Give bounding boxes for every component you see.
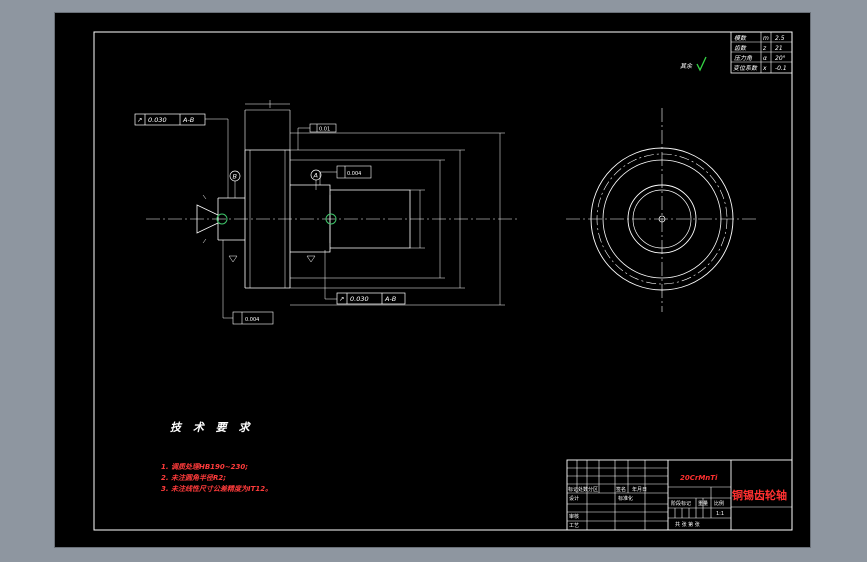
svg-text:A-B: A-B xyxy=(384,295,397,303)
tech-req-item-3: 3. 未注线性尺寸公差精度为IT12。 xyxy=(161,484,272,493)
tolerance-frame-top: ↗ 0.030 A-B xyxy=(134,113,206,126)
gear-row-3-symbol: α xyxy=(763,55,767,62)
datum-markers: B A xyxy=(216,169,337,263)
datum-b-label: B xyxy=(233,173,238,181)
revision-label: 标记处数分区 xyxy=(568,486,598,493)
tech-req-title: 技 术 要 求 xyxy=(170,421,254,434)
check-label: 审核 xyxy=(569,513,579,520)
cad-viewport[interactable]: 模数 m 2.5 齿数 z 21 压力角 α 20° 变位系数 x -0.1 其… xyxy=(0,0,867,562)
datum-a-label: A xyxy=(313,172,318,180)
gear-row-1-symbol: m xyxy=(763,35,769,42)
gear-row-1-value: 2.5 xyxy=(775,35,785,42)
inner-border xyxy=(93,31,793,531)
surface-finish-label: 其余 xyxy=(680,62,693,70)
gear-row-3-label: 压力角 xyxy=(734,54,753,62)
material-label: 20CrMnTi xyxy=(680,474,718,482)
gear-row-2-value: 21 xyxy=(775,45,783,52)
tech-req-item-1: 1. 调质处理HB190~230; xyxy=(161,462,248,471)
gear-row-4-value: -0.1 xyxy=(775,65,787,72)
process-label: 工艺 xyxy=(569,523,579,529)
gear-parameter-table: 模数 m 2.5 齿数 z 21 压力角 α 20° 变位系数 x -0.1 xyxy=(730,31,793,74)
svg-text:0.004: 0.004 xyxy=(347,171,361,177)
svg-text:↗: ↗ xyxy=(137,116,142,124)
date-label: 年月日 xyxy=(632,486,647,493)
gear-row-4-symbol: x xyxy=(762,65,767,72)
svg-text:0.030: 0.030 xyxy=(350,295,369,303)
drawing-canvas: 模数 m 2.5 齿数 z 21 压力角 α 20° 变位系数 x -0.1 其… xyxy=(93,31,793,531)
tolerance-frame-bottom: ↗ 0.030 A-B xyxy=(336,292,406,305)
svg-text:0.030: 0.030 xyxy=(148,116,167,124)
scale-label: 比例 xyxy=(714,500,724,507)
check-mark-icon xyxy=(696,56,707,72)
surface-finish-note: 其余 xyxy=(680,56,707,72)
svg-text:↗: ↗ xyxy=(339,295,344,303)
gear-row-2-symbol: z xyxy=(762,45,767,52)
svg-text:0.01: 0.01 xyxy=(319,127,330,133)
technical-requirements: 技 术 要 求 1. 调质处理HB190~230; 2. 未注圆角半径R2; 3… xyxy=(161,421,272,493)
gear-row-3-value: 20° xyxy=(775,55,786,62)
design-label: 设计 xyxy=(569,495,579,502)
gear-row-2-label: 齿数 xyxy=(734,44,747,52)
tolerance-frame-cyl-b: 0.004 xyxy=(232,311,274,325)
shaft-side-view xyxy=(146,100,520,319)
svg-text:A-B: A-B xyxy=(182,116,195,124)
scale-value: 1:1 xyxy=(716,511,724,517)
gear-row-1-label: 模数 xyxy=(734,34,747,42)
gear-end-view xyxy=(566,108,758,312)
part-name: 铜锡齿轮轴 xyxy=(731,488,787,502)
stage-label: 阶段标记 xyxy=(671,500,691,507)
tolerance-frame-perp: 0.01 xyxy=(309,123,337,133)
svg-text:0.004: 0.004 xyxy=(245,317,259,323)
tolerance-frame-cyl-a: 0.004 xyxy=(336,165,372,179)
tech-req-item-2: 2. 未注圆角半径R2; xyxy=(161,473,226,482)
gear-row-4-label: 变位系数 xyxy=(733,64,758,72)
sheets-label: 共 张 第 张 xyxy=(675,521,700,528)
signature-label: 签名 xyxy=(616,486,626,493)
standard-label: 标准化 xyxy=(618,495,633,502)
weight-label: 重量 xyxy=(698,500,708,507)
